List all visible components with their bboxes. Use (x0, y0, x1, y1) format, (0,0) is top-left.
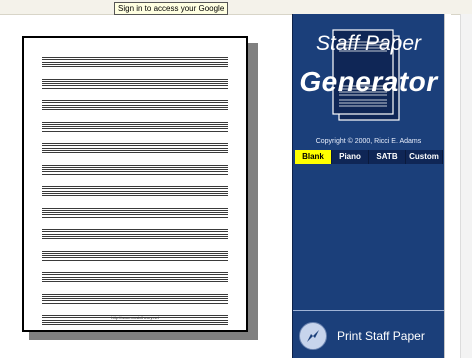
staff-line (42, 152, 228, 153)
staff (42, 229, 228, 239)
staff-paper-preview: http://www.musictheory.net (22, 36, 248, 332)
browser-toolbar: Sign in to access your Google Bookmarks (0, 0, 472, 15)
staff-line (42, 302, 228, 304)
tab-piano[interactable]: Piano (332, 150, 369, 164)
divider (293, 310, 444, 311)
staff (42, 143, 228, 153)
staff-line (42, 80, 228, 82)
staff-line (42, 166, 228, 168)
staff-line (42, 192, 228, 194)
staff-line (42, 257, 228, 259)
staff-line (42, 59, 228, 61)
staff (42, 293, 228, 304)
staff (42, 272, 228, 282)
print-label: Print Staff Paper (337, 329, 425, 343)
staff-line (42, 66, 228, 67)
tab-custom[interactable]: Custom (406, 150, 443, 164)
staff-line (42, 324, 228, 325)
print-icon (299, 322, 327, 350)
staff-line (42, 274, 228, 276)
staff-line (42, 186, 228, 187)
staff-line (42, 61, 228, 63)
staff (42, 164, 228, 175)
generator-panel: Staff Paper Generator Copyright © 2000, … (292, 14, 444, 358)
staff (42, 250, 228, 261)
staff-line (42, 298, 228, 299)
staff-line (42, 281, 228, 282)
staff-line (42, 188, 228, 190)
copyright-text: Copyright © 2000, Ricci E. Adams (315, 138, 422, 145)
page-margin (444, 14, 451, 358)
bookmarks-tooltip: Sign in to access your Google Bookmarks (114, 2, 228, 15)
staff-line (42, 276, 228, 278)
staff-line (42, 300, 228, 302)
staff-line (42, 123, 228, 125)
staff-line (42, 102, 228, 104)
staff (42, 121, 228, 132)
staff (42, 78, 228, 89)
staff (42, 207, 228, 218)
staff-line (42, 173, 228, 175)
staff-line (42, 147, 228, 149)
staff-line (42, 229, 228, 230)
staff-line (42, 293, 228, 295)
staff-line (42, 272, 228, 273)
tab-blank[interactable]: Blank (295, 150, 332, 164)
staff-line (42, 255, 228, 256)
staff-line (42, 149, 228, 151)
paper-type-tabs: Blank Piano SATB Custom (295, 150, 443, 164)
staff-line (42, 235, 228, 237)
staff-line (42, 250, 228, 252)
preview-footer-url: http://www.musictheory.net (111, 315, 159, 320)
title-line-1: Staff Paper (315, 32, 422, 55)
staff-line (42, 231, 228, 233)
staff-line (42, 252, 228, 254)
staff-line (42, 171, 228, 173)
staff (42, 186, 228, 196)
scrollbar[interactable] (460, 14, 472, 358)
staff (42, 100, 228, 110)
staff-line (42, 321, 228, 323)
staff-line (42, 78, 228, 80)
staff-line (42, 126, 228, 127)
staff-line (42, 109, 228, 110)
tab-satb[interactable]: SATB (369, 150, 406, 164)
staff-line (42, 106, 228, 108)
staff-line (42, 121, 228, 123)
staff-line (42, 195, 228, 196)
staff-line (42, 295, 228, 297)
staff-line (42, 83, 228, 84)
staff-line (42, 85, 228, 87)
staff-line (42, 87, 228, 89)
staff-line (42, 190, 228, 192)
title-line-2: Generator (299, 66, 438, 97)
staff-line (42, 207, 228, 209)
staff-line (42, 238, 228, 239)
staff-line (42, 100, 228, 101)
staff-line (42, 212, 228, 213)
staff-line (42, 216, 228, 218)
print-staff-paper-button[interactable]: Print Staff Paper (297, 320, 441, 354)
staff-line (42, 143, 228, 144)
staff-line (42, 233, 228, 235)
staff-line (42, 104, 228, 106)
staff (42, 57, 228, 67)
staff-line (42, 209, 228, 211)
staff-line (42, 278, 228, 280)
staff-line (42, 57, 228, 58)
staff-line (42, 259, 228, 261)
staff-line (42, 63, 228, 65)
staff-line (42, 214, 228, 216)
staff-line (42, 164, 228, 166)
staff-line (42, 128, 228, 130)
staff-line (42, 130, 228, 132)
staff-line (42, 145, 228, 147)
staff-line (42, 169, 228, 170)
